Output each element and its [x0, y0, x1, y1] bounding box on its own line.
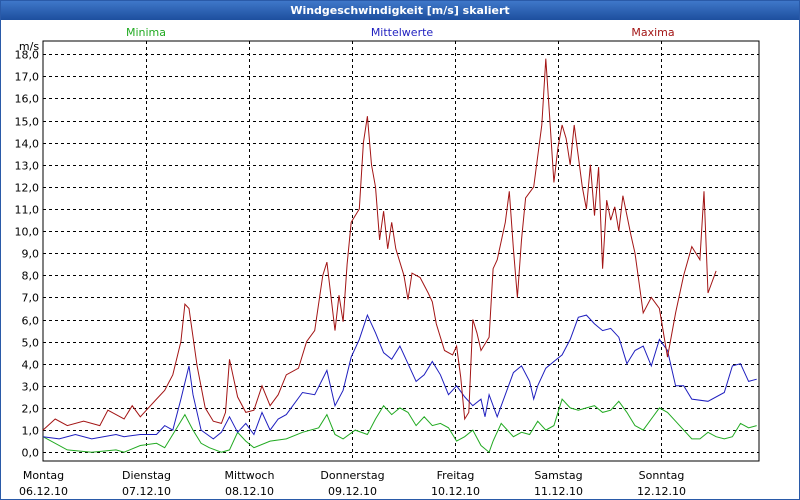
date-label: 11.12.10	[534, 485, 583, 498]
y-tick-label: 2,0	[22, 403, 40, 416]
y-tick-label: 9,0	[22, 248, 40, 261]
plot-border	[42, 40, 760, 462]
date-label: 12.12.10	[637, 485, 686, 498]
day-label: Sonntag	[639, 469, 685, 482]
y-tick-label: 13,0	[15, 160, 40, 173]
date-label: 07.12.10	[122, 485, 171, 498]
chart-axes	[42, 40, 760, 462]
legend-label-max: Maxima	[631, 26, 674, 39]
date-label: 09.12.10	[328, 485, 377, 498]
series-line-min	[42, 398, 757, 454]
day-label: Montag	[23, 469, 64, 482]
wind-speed-chart: 0,0 1,0 2,0 3,0 4,0 5,0 6,0 7,0 8,0 9,0 10,0 11,0 12…	[15, 26, 760, 498]
y-tick-label: 14,0	[15, 138, 40, 151]
y-tick-label: 12,0	[15, 182, 40, 195]
legend-label-mean: Mittelwerte	[371, 26, 434, 39]
day-label: Mittwoch	[225, 469, 275, 482]
y-tick-label: 5,0	[22, 337, 40, 350]
y-tick-label: 7,0	[22, 292, 40, 305]
series-line-max	[42, 58, 717, 431]
chart-window: Windgeschwindigkeit [m/s] skaliert 0,0 1,…	[0, 0, 800, 500]
legend-label-min: Minima	[126, 26, 166, 39]
y-tick-label: 15,0	[15, 116, 40, 129]
y-tick-label: 8,0	[22, 270, 40, 283]
y-tick-label: 10,0	[15, 226, 40, 239]
series-line-mean	[42, 313, 757, 440]
y-tick-label: 17,0	[15, 71, 40, 84]
day-label: Dienstag	[122, 469, 171, 482]
y-tick-label: 16,0	[15, 93, 40, 106]
y-tick-label: 3,0	[22, 381, 40, 394]
day-label: Freitag	[437, 469, 475, 482]
day-label: Donnerstag	[320, 469, 384, 482]
chart-grid	[43, 41, 759, 461]
day-label: Samstag	[534, 469, 582, 482]
y-tick-label: 1,0	[22, 425, 40, 438]
y-tick-label: 6,0	[22, 315, 40, 328]
y-axis-unit-label: m/s	[19, 40, 39, 53]
chart-series	[42, 58, 757, 454]
date-label: 10.12.10	[431, 485, 480, 498]
date-label: 08.12.10	[225, 485, 274, 498]
y-tick-label: 0,0	[22, 447, 40, 460]
chart-labels: 0,0 1,0 2,0 3,0 4,0 5,0 6,0 7,0 8,0 9,0 10,0 11,0 12…	[15, 26, 686, 498]
date-label: 06.12.10	[19, 485, 68, 498]
y-tick-label: 4,0	[22, 359, 40, 372]
y-tick-label: 11,0	[15, 204, 40, 217]
